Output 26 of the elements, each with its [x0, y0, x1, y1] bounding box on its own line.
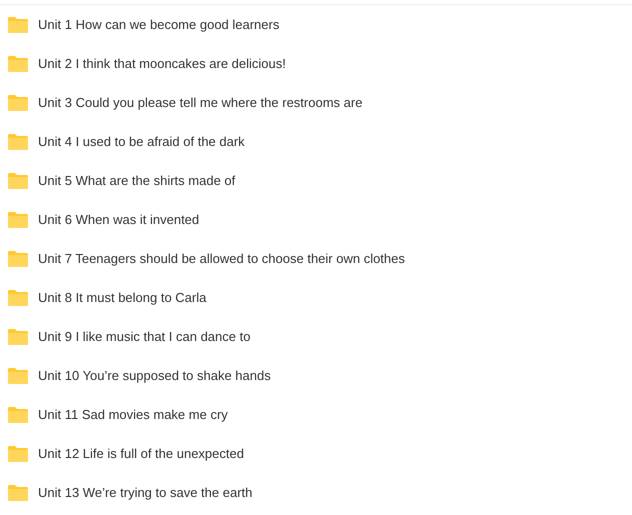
folder-name[interactable]: Unit 2 I think that mooncakes are delicious! — [38, 54, 286, 74]
folder-name[interactable]: Unit 12 Life is full of the unexpected — [38, 444, 244, 464]
folder-icon — [8, 56, 28, 72]
folder-name[interactable]: Unit 1 How can we become good learners — [38, 15, 280, 35]
folder-icon — [8, 17, 28, 33]
folder-icon — [8, 173, 28, 189]
folder-name[interactable]: Unit 3 Could you please tell me where the restrooms are — [38, 93, 362, 113]
folder-icon — [8, 407, 28, 423]
folder-name[interactable]: Unit 9 I like music that I can dance to — [38, 327, 250, 347]
folder-icon — [8, 485, 28, 501]
folder-icon — [8, 290, 28, 306]
folder-name[interactable]: Unit 7 Teenagers should be allowed to choose their own clothes — [38, 249, 405, 269]
folder-name[interactable]: Unit 4 I used to be afraid of the dark — [38, 132, 245, 152]
folder-icon — [8, 134, 28, 150]
folder-icon — [8, 368, 28, 384]
folder-icon — [8, 212, 28, 228]
folder-name[interactable]: Unit 13 We’re trying to save the earth — [38, 483, 252, 503]
folder-name[interactable]: Unit 5 What are the shirts made of — [38, 171, 236, 191]
folder-name[interactable]: Unit 11 Sad movies make me cry — [38, 405, 228, 425]
folder-icon — [8, 446, 28, 462]
folder-icon — [8, 329, 28, 345]
folder-name[interactable]: Unit 6 When was it invented — [38, 210, 200, 230]
folder-icon — [8, 95, 28, 111]
folder-name[interactable]: Unit 8 It must belong to Carla — [38, 288, 206, 308]
folder-name[interactable]: Unit 10 You’re supposed to shake hands — [38, 366, 271, 386]
folder-icon — [8, 251, 28, 267]
